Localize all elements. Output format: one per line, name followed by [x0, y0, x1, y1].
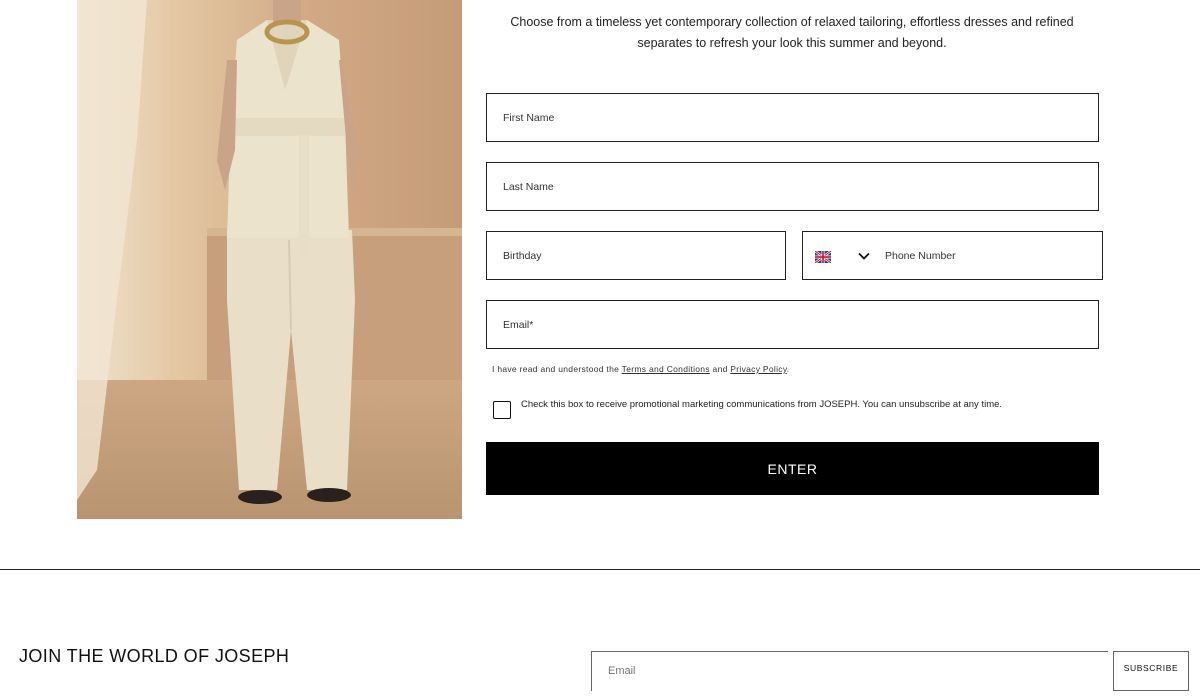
terms-and-conditions-link[interactable]: Terms and Conditions — [622, 364, 710, 374]
intro-text: Choose from a timeless yet contemporary … — [486, 12, 1098, 54]
terms-suffix: . — [786, 364, 790, 374]
terms-prefix: I have read and understood the — [492, 364, 622, 374]
intro-line-1: Choose from a timeless yet contemporary … — [510, 15, 1074, 29]
marketing-consent-label: Check this box to receive promotional ma… — [521, 399, 1003, 410]
privacy-policy-link[interactable]: Privacy Policy — [730, 364, 786, 374]
enter-button[interactable]: ENTER — [486, 442, 1099, 495]
phone-number-input[interactable] — [871, 232, 1102, 279]
terms-middle: and — [709, 364, 731, 374]
email-input[interactable] — [487, 301, 1098, 348]
newsletter-title: JOIN THE WORLD OF JOSEPH — [19, 646, 290, 666]
chevron-down-icon[interactable] — [857, 249, 871, 263]
newsletter-email-field — [591, 651, 1139, 698]
section-divider — [0, 569, 1200, 570]
terms-notice: I have read and understood the Terms and… — [492, 364, 789, 374]
last-name-field — [486, 162, 1099, 211]
marketing-consent-checkbox[interactable] — [493, 401, 511, 419]
hero-fashion-image — [77, 0, 462, 519]
subscribe-button[interactable]: SUBSCRIBE — [1113, 651, 1189, 691]
phone-field — [802, 231, 1103, 280]
birthday-input[interactable] — [487, 232, 785, 279]
email-field — [486, 300, 1099, 349]
newsletter-email-input[interactable] — [592, 652, 1139, 698]
birthday-field — [486, 231, 786, 280]
last-name-input[interactable] — [487, 163, 1098, 210]
first-name-input[interactable] — [487, 94, 1098, 141]
intro-line-2: separates to refresh your look this summ… — [637, 36, 947, 50]
model-illustration — [77, 0, 462, 519]
first-name-field — [486, 93, 1099, 142]
uk-flag-icon[interactable] — [814, 249, 832, 264]
